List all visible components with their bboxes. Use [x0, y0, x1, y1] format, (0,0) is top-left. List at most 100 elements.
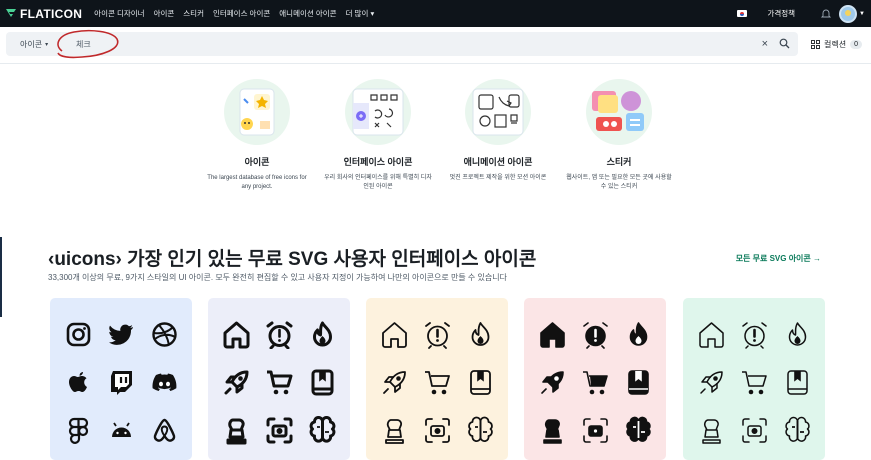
dribbble-icon	[150, 320, 179, 354]
cart-icon	[265, 368, 294, 402]
avatar-chevron-down-icon[interactable]: ▼	[859, 11, 865, 17]
category-animated-icons[interactable]: 애니메이션 아이콘 멋진 프로젝트 제작을 위한 모션 아이콘	[443, 79, 553, 183]
brain-icon	[466, 416, 495, 450]
icon-grid	[697, 320, 812, 450]
category-description: The largest database of free icons for a…	[207, 175, 307, 190]
icon-grid	[64, 320, 179, 450]
nav-more[interactable]: 더 많이 ▾	[346, 8, 375, 19]
nav-interface-icons[interactable]: 인터페이스 아이콘	[213, 8, 270, 19]
section-subtitle: 33,300개 이상의 무료, 9가지 스타일의 UI 아이콘. 모두 완전히 …	[48, 273, 507, 282]
twitch-icon	[107, 368, 136, 402]
flame-icon	[624, 320, 653, 354]
airbnb-icon	[150, 416, 179, 450]
brain-icon	[624, 416, 653, 450]
nav-icons[interactable]: 아이콘	[154, 8, 175, 19]
card-regular-rounded[interactable]	[366, 298, 508, 460]
resource-type-label: 아이콘	[20, 39, 43, 49]
flaticon-logo[interactable]: FLATICON	[5, 7, 82, 21]
home-icon	[538, 320, 567, 354]
cart-icon	[740, 368, 769, 402]
icon-grid	[380, 320, 495, 450]
chevron-down-icon: ▾	[370, 9, 375, 18]
book-icon	[308, 368, 337, 402]
collections-label: 컬렉션	[824, 40, 847, 49]
bell-icon[interactable]	[821, 9, 832, 19]
uicons-brand: ‹uicons›	[48, 249, 122, 270]
nav-icon-designer[interactable]: 아이콘 디자이너	[94, 8, 144, 19]
alarm-icon	[423, 320, 452, 354]
rocket-icon	[697, 368, 726, 402]
nav-animated-icons[interactable]: 애니메이션 아이콘	[279, 8, 336, 19]
rocket-icon	[222, 368, 251, 402]
category-description: 웹사이트, 앱 또는 필요한 모든 곳에 사용할 수 있는 스티커	[566, 175, 672, 190]
nav-stickers[interactable]: 스티커	[183, 8, 204, 19]
section-heading: ‹uicons› 가장 인기 있는 무료 SVG 사용자 인터페이스 아이콘	[48, 244, 536, 271]
category-description: 멋진 프로젝트 제작을 위한 모션 아이콘	[449, 175, 547, 181]
icon-grid	[538, 320, 653, 450]
category-icons[interactable]: 아이콘 The largest database of free icons f…	[202, 79, 312, 192]
search-bar: 아이콘▾ ×	[6, 32, 798, 56]
language-flag-icon[interactable]	[737, 10, 748, 17]
category-title: 인터페이스 아이콘	[343, 157, 413, 167]
flame-icon	[466, 320, 495, 354]
chess-icon	[697, 416, 726, 450]
header-right: 가격정책 ▼	[737, 0, 865, 27]
category-description: 우리 회사의 인터페이스를 위해 특별히 디자인된 아이콘	[324, 175, 432, 190]
alarm-icon	[265, 320, 294, 354]
category-icons-image	[224, 79, 290, 145]
flame-icon	[308, 320, 337, 354]
brain-icon	[308, 416, 337, 450]
card-straight[interactable]	[683, 298, 825, 460]
camera-icon	[740, 416, 769, 450]
category-interface-icons-image	[345, 79, 411, 145]
cart-icon	[581, 368, 610, 402]
home-icon	[222, 320, 251, 354]
chess-icon	[380, 416, 409, 450]
section-title: 가장 인기 있는 무료 SVG 사용자 인터페이스 아이콘	[127, 249, 537, 270]
category-title: 아이콘	[244, 157, 270, 167]
book-icon	[624, 368, 653, 402]
card-bold-rounded[interactable]	[208, 298, 350, 460]
flaticon-logo-icon	[6, 8, 16, 17]
camera-icon	[265, 416, 294, 450]
brand-name: FLATICON	[20, 6, 83, 21]
category-stickers-image	[586, 79, 652, 145]
all-free-svg-icons-link[interactable]: 모든 무료 SVG 아이콘 →	[736, 253, 821, 264]
category-animated-icons-image	[465, 79, 531, 145]
camera-icon	[581, 416, 610, 450]
home-icon	[697, 320, 726, 354]
nav-more-label: 더 많이	[345, 9, 369, 18]
left-edge-marker	[0, 237, 2, 317]
pricing-link[interactable]: 가격정책	[767, 8, 795, 19]
card-solid[interactable]	[524, 298, 666, 460]
grid-icon	[811, 40, 820, 49]
rocket-icon	[380, 368, 409, 402]
book-icon	[783, 368, 812, 402]
collections-button[interactable]: 컬렉션 0	[811, 39, 862, 50]
search-input[interactable]	[76, 39, 676, 49]
card-brands[interactable]	[50, 298, 192, 460]
top-navigation-bar: FLATICON 아이콘 디자이너 아이콘 스티커 인터페이스 아이콘 애니메이…	[0, 0, 871, 27]
brain-icon	[783, 416, 812, 450]
camera-icon	[423, 416, 452, 450]
search-icon[interactable]	[779, 38, 790, 49]
instagram-icon	[64, 320, 93, 354]
red-annotation-circle	[57, 29, 119, 59]
chevron-down-icon: ▾	[45, 41, 49, 48]
user-avatar[interactable]	[839, 4, 858, 23]
figma-icon	[64, 416, 93, 450]
alarm-icon	[740, 320, 769, 354]
flame-icon	[783, 320, 812, 354]
icon-grid	[222, 320, 337, 450]
cart-icon	[423, 368, 452, 402]
twitter-icon	[107, 320, 136, 354]
category-stickers[interactable]: 스티커 웹사이트, 앱 또는 필요한 모든 곳에 사용할 수 있는 스티커	[564, 79, 674, 192]
apple-icon	[64, 368, 93, 402]
android-icon	[107, 416, 136, 450]
category-interface-icons[interactable]: 인터페이스 아이콘 우리 회사의 인터페이스를 위해 특별히 디자인된 아이콘	[323, 79, 433, 192]
category-title: 스티커	[606, 157, 632, 167]
collections-count-badge: 0	[850, 40, 862, 49]
discord-icon	[150, 368, 179, 402]
clear-search-icon[interactable]: ×	[762, 38, 768, 50]
search-row: 아이콘▾ × 컬렉션 0	[0, 27, 871, 64]
